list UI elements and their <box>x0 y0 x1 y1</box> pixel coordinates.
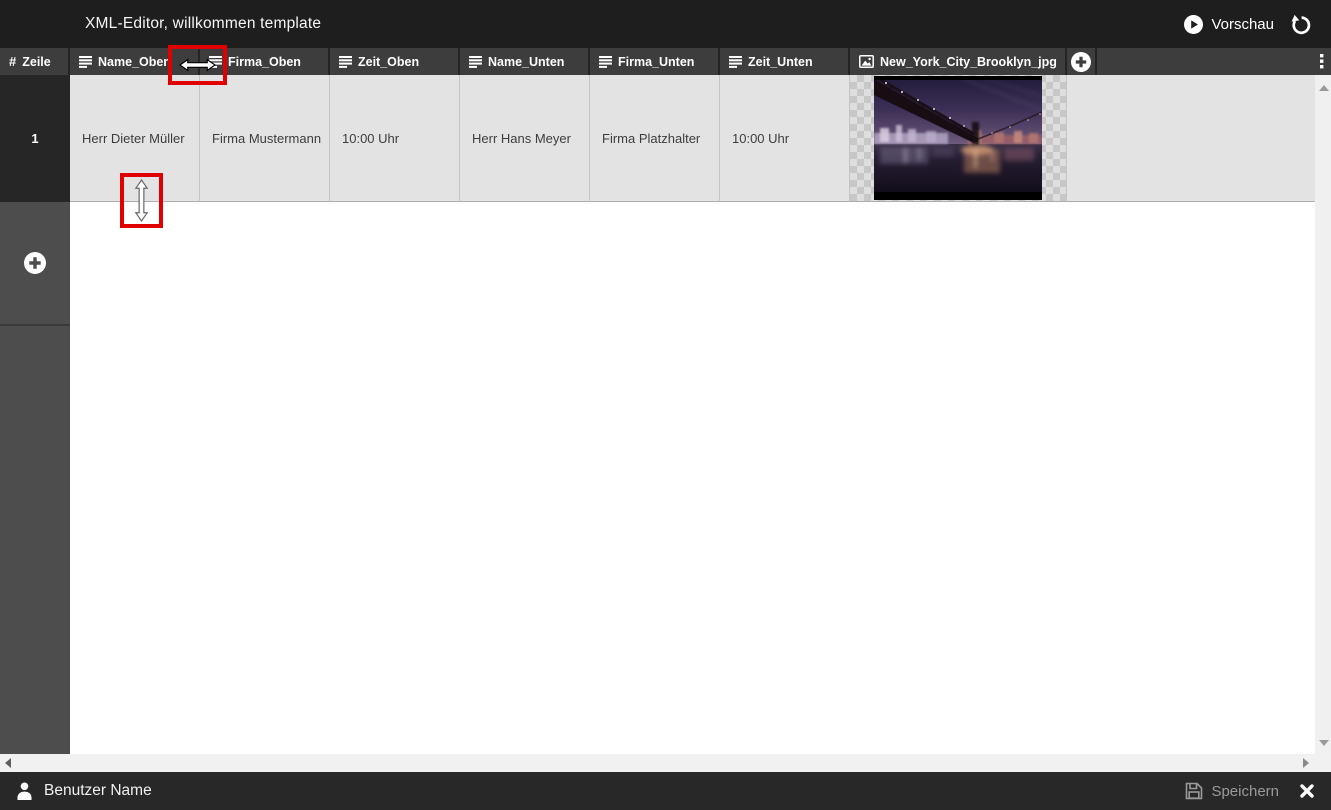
row-number-cell[interactable]: 1 <box>0 75 70 202</box>
column-header-zeit-unten[interactable]: Zeit_Unten <box>720 48 850 75</box>
add-column-button[interactable] <box>1067 48 1097 75</box>
scroll-right-arrow-icon[interactable] <box>1303 758 1309 768</box>
column-header-firma-unten[interactable]: Firma_Unten <box>590 48 720 75</box>
cell-image[interactable] <box>850 75 1067 202</box>
floppy-disk-icon <box>1185 782 1203 800</box>
vertical-scrollbar[interactable] <box>1315 75 1331 754</box>
column-header-name-unten[interactable]: Name_Unten <box>460 48 590 75</box>
close-button[interactable] <box>1299 783 1315 799</box>
column-header-zeit-oben[interactable]: Zeit_Oben <box>330 48 460 75</box>
plus-circle-icon <box>24 252 46 274</box>
image-icon <box>859 55 874 68</box>
column-label: Firma_Unten <box>618 55 694 69</box>
annotation-column-resize-highlight <box>168 45 227 85</box>
text-lines-icon <box>469 56 482 68</box>
text-lines-icon <box>599 56 612 68</box>
column-header-zeile[interactable]: # Zeile <box>0 48 70 75</box>
horizontal-resize-cursor-icon <box>179 58 216 72</box>
user-info: Benutzer Name <box>16 782 152 800</box>
scroll-down-arrow-icon[interactable] <box>1319 740 1329 746</box>
close-icon <box>1299 783 1315 799</box>
brooklyn-bridge-image <box>874 76 1042 200</box>
column-header-image[interactable]: New_York_City_Brooklyn_jpg <box>850 48 1067 75</box>
horizontal-scrollbar[interactable] <box>0 754 1331 772</box>
statusbar-actions: Speichern <box>1185 782 1315 800</box>
cell-firma-unten[interactable]: Firma Platzhalter <box>590 75 720 202</box>
person-icon <box>16 782 33 800</box>
column-label: Zeit_Oben <box>358 55 419 69</box>
undo-icon <box>1290 14 1311 35</box>
statusbar: Benutzer Name Speichern <box>0 772 1331 810</box>
vertical-resize-cursor-icon <box>134 179 149 222</box>
table-row: Herr Dieter Müller Firma Mustermann 10:0… <box>70 75 1315 202</box>
header-menu-button[interactable] <box>1313 48 1331 75</box>
cell-name-unten[interactable]: Herr Hans Meyer <box>460 75 590 202</box>
scroll-up-arrow-icon[interactable] <box>1319 85 1329 91</box>
titlebar: XML-Editor, willkommen template Vorschau <box>0 0 1331 48</box>
xml-editor-window: XML-Editor, willkommen template Vorschau <box>0 0 1331 810</box>
cell-zeit-unten[interactable]: 10:00 Uhr <box>720 75 850 202</box>
save-label: Speichern <box>1211 783 1279 800</box>
cell-firma-oben[interactable]: Firma Mustermann <box>200 75 330 202</box>
reset-button[interactable] <box>1290 14 1311 35</box>
add-row-button[interactable] <box>0 202 70 324</box>
preview-label: Vorschau <box>1211 16 1274 33</box>
row-filler-cell <box>1067 75 1315 202</box>
user-name-label: Benutzer Name <box>44 782 152 800</box>
titlebar-actions: Vorschau <box>1184 0 1311 48</box>
scroll-left-arrow-icon[interactable] <box>5 758 11 768</box>
text-lines-icon <box>79 56 92 68</box>
vertical-dots-icon <box>1320 54 1324 69</box>
column-label: Zeile <box>22 55 51 69</box>
annotation-row-resize-highlight <box>120 173 163 228</box>
column-label: Firma_Oben <box>228 55 301 69</box>
column-label: Zeit_Unten <box>748 55 813 69</box>
column-label: Name_Oben <box>98 55 171 69</box>
play-circle-icon <box>1184 15 1203 34</box>
grid-body: 1 Herr Dieter Müller Firma Mustermann 10… <box>0 75 1331 754</box>
hash-icon: # <box>9 54 16 69</box>
preview-button[interactable]: Vorschau <box>1184 15 1274 34</box>
plus-circle-icon <box>1071 52 1091 72</box>
column-label: Name_Unten <box>488 55 564 69</box>
page-title: XML-Editor, willkommen template <box>85 15 321 33</box>
row-header-column: 1 <box>0 75 70 754</box>
text-lines-icon <box>339 56 352 68</box>
text-lines-icon <box>729 56 742 68</box>
cell-zeit-oben[interactable]: 10:00 Uhr <box>330 75 460 202</box>
row-header-filler <box>0 324 70 754</box>
grid-header-filler <box>1097 48 1313 75</box>
save-button[interactable]: Speichern <box>1185 782 1279 800</box>
column-label: New_York_City_Brooklyn_jpg <box>880 55 1057 69</box>
